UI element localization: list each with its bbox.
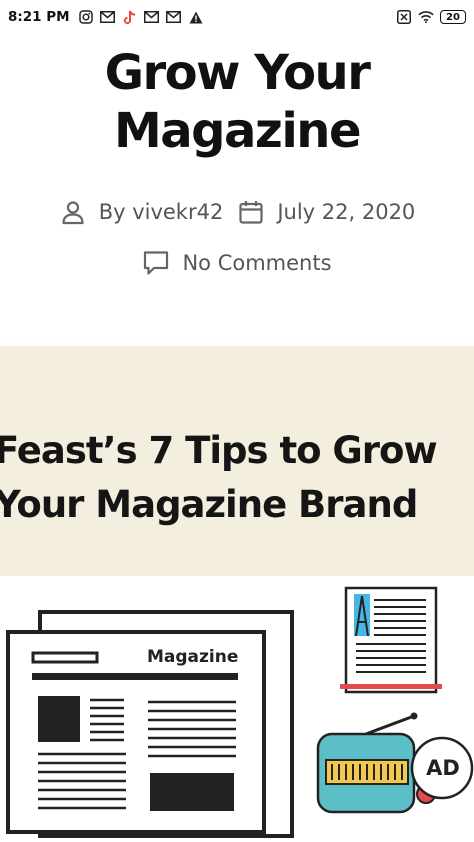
magazine-photo-block [38, 696, 80, 742]
date-link[interactable]: July 22, 2020 [277, 200, 415, 224]
status-time: 8:21 PM [8, 9, 70, 25]
close-box-icon [396, 9, 412, 25]
magazine-ad-block [150, 773, 234, 811]
tiktok-icon [122, 9, 138, 25]
wifi-icon [418, 9, 434, 25]
gmail-icon [144, 9, 160, 25]
banner-title: Feast’s 7 Tips to Grow Your Magazine Bra… [0, 424, 474, 532]
gmail-icon [166, 9, 182, 25]
comment-icon [142, 249, 170, 277]
magazine-label: Magazine [147, 647, 238, 667]
banner-title-line2: Your Magazine Brand [0, 483, 418, 526]
magazine-text-lines-right [148, 700, 236, 758]
status-left: 8:21 PM [8, 9, 204, 25]
person-icon [59, 198, 87, 226]
ad-label: AD [426, 756, 460, 780]
warning-icon [188, 9, 204, 25]
comments-link[interactable]: No Comments [182, 251, 331, 275]
magazine-text-lines-left [38, 752, 126, 810]
status-right: 20 [396, 9, 466, 25]
instagram-icon [78, 9, 94, 25]
magazine-illustration: Magazine AD [6, 586, 474, 838]
author-link[interactable]: By vivekr42 [99, 200, 224, 224]
post-meta-comments: No Comments [0, 249, 474, 277]
document-icon [340, 586, 442, 694]
post-author[interactable]: By vivekr42 [59, 198, 224, 226]
status-bar: 8:21 PM 20 [0, 0, 474, 34]
featured-image-banner: Feast’s 7 Tips to Grow Your Magazine Bra… [0, 346, 474, 576]
calendar-icon [237, 198, 265, 226]
magazine-rule [32, 673, 238, 680]
post-date[interactable]: July 22, 2020 [237, 198, 415, 226]
post-comments[interactable]: No Comments [142, 249, 332, 277]
post-meta: By vivekr42 July 22, 2020 [0, 198, 474, 226]
battery-indicator: 20 [440, 10, 466, 24]
post-title: Grow Your Magazine [104, 45, 371, 159]
ad-badge: AD [410, 736, 474, 800]
gmail-icon [100, 9, 116, 25]
banner-title-line1: Feast’s 7 Tips to Grow [0, 429, 438, 472]
